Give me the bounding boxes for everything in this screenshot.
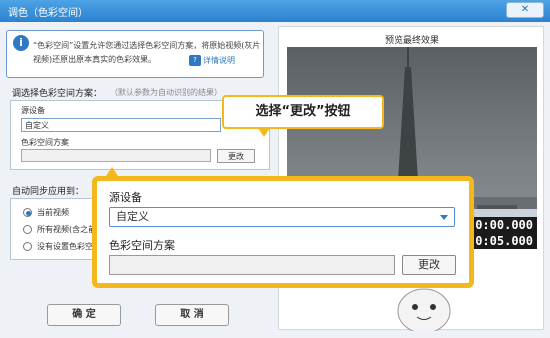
radio-current[interactable] <box>23 208 32 217</box>
sync-option-current-label: 当前视频 <box>37 208 69 217</box>
callout-tip: 选择“更改”按钮 <box>222 95 384 129</box>
zoom-scheme-input[interactable] <box>109 255 395 275</box>
info-icon: i <box>13 35 29 51</box>
ok-button[interactable]: 确 定 <box>47 304 121 326</box>
time-current: 0:00.000 <box>469 217 537 233</box>
notice-box: i “色彩空间”设置允许您通过选择色彩空间方案，将原始视频(灰片视频)还原出原本… <box>6 30 264 78</box>
close-button[interactable]: ✕ <box>506 2 544 18</box>
chevron-down-icon <box>440 215 448 220</box>
zoom-change-button[interactable]: 更改 <box>402 255 456 275</box>
zoom-source-select[interactable]: 自定义 <box>109 207 455 227</box>
help-link-label: 详情说明 <box>203 56 235 65</box>
title-bar: 调色（色彩空间） ✕ <box>0 0 550 22</box>
zoom-pointer <box>106 167 118 176</box>
sync-option-all-label: 所有视频(含之前 <box>37 225 97 234</box>
window-title: 调色（色彩空间） <box>8 8 88 19</box>
color-space-title: 调选择色彩空间方案： <box>12 89 103 99</box>
source-select-value: 自定义 <box>25 121 49 130</box>
help-icon: ? <box>189 55 201 66</box>
time-total: 0:05.000 <box>469 233 537 249</box>
change-button[interactable]: 更改 <box>217 149 255 163</box>
radio-unset[interactable] <box>23 242 32 251</box>
sync-option-unset-label: 没有设置色彩空 <box>37 242 93 251</box>
color-space-hint: （默认参数为自动识别的结果） <box>110 88 222 97</box>
sync-title: 自动同步应用到： <box>12 187 85 197</box>
zoom-scheme-label: 色彩空间方案 <box>109 239 175 252</box>
zoom-source-label: 源设备 <box>109 191 142 204</box>
scheme-label: 色彩空间方案 <box>21 138 69 147</box>
zoom-source-value: 自定义 <box>116 210 149 223</box>
cancel-button[interactable]: 取 消 <box>155 304 229 326</box>
zoom-detail: 源设备 自定义 色彩空间方案 更改 <box>92 176 474 288</box>
help-link[interactable]: ? 详情说明 <box>189 55 235 66</box>
source-label: 源设备 <box>21 106 45 115</box>
preview-title: 预览最终效果 <box>384 36 439 46</box>
callout-arrow <box>258 128 270 137</box>
source-select[interactable]: 自定义 <box>21 118 221 132</box>
radio-all[interactable] <box>23 225 32 234</box>
scheme-input[interactable] <box>21 149 211 162</box>
